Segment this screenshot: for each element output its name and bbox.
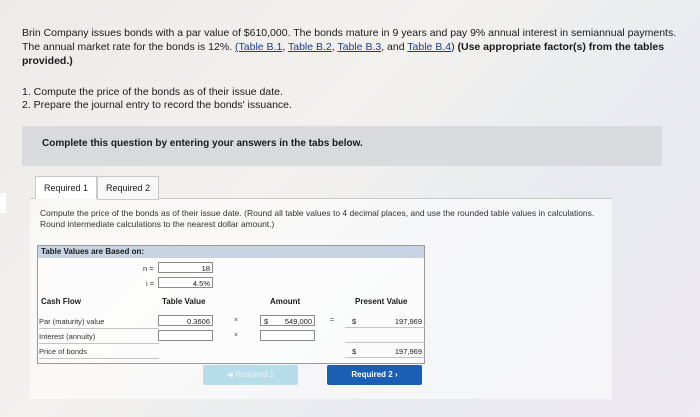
n-input[interactable]: 18 [158,262,213,273]
left-edge-marker [0,193,6,213]
equals-sign: = [330,317,335,324]
table-header: Table Values are Based on: [38,246,424,258]
task-1: 1. Compute the price of the bonds as of … [22,86,283,98]
prev-required-button[interactable]: ◀ Required 1 [203,365,298,385]
par-table-value-input[interactable]: 0.3606 [158,315,213,326]
tab-instructions: Compute the price of the bonds as of the… [40,208,595,229]
table-header-text: Table Values are Based on: [41,247,145,256]
close-paren: ) [451,41,455,53]
col-present-value: Present Value [355,297,408,306]
tab-required-2[interactable]: Required 2 [97,176,159,200]
par-amount-value: 549,000 [284,317,312,326]
table-b4-link[interactable]: Table B.4 [407,41,451,53]
n-label: n = [143,264,154,273]
next-required-button[interactable]: Required 2 › [327,365,422,385]
problem-statement: Brin Company issues bonds with a par val… [22,27,677,67]
par-present-value: 197,969 [345,315,425,328]
task-2: 2. Prepare the journal entry to record t… [22,99,292,111]
col-amount: Amount [270,297,301,306]
row-par-value-label: Par (maturity) value [39,315,159,329]
interest-amount-input[interactable] [260,330,315,341]
i-label: i = [146,279,155,288]
table-b2-link[interactable]: Table B.2 [288,41,332,53]
col-cash-flow: Cash Flow [41,297,82,306]
interest-present-value [345,330,425,343]
table-b3-link[interactable]: Table B.3 [337,41,381,53]
price-present-value: 197,969 [345,345,425,358]
multiply-sign: × [234,317,239,324]
table-b1-link[interactable]: (Table B.1 [235,41,282,53]
tab-required-1[interactable]: Required 1 [35,176,97,199]
instruction-banner: Complete this question by entering your … [22,126,662,166]
par-amount-input[interactable]: $549,000 [260,315,315,326]
i-input[interactable]: 4.5% [158,277,213,288]
dollar-sign: $ [264,317,269,326]
task-list: 1. Compute the price of the bonds as of … [22,86,292,112]
conjunction-text: , and [381,41,408,53]
multiply-sign: × [234,332,239,339]
col-table-value: Table Value [162,297,206,306]
interest-table-value-input[interactable] [158,330,213,341]
row-price-label: Price of bonds [39,345,159,359]
banner-text: Complete this question by entering your … [42,138,363,149]
row-interest-label: Interest (annuity) [39,330,159,344]
